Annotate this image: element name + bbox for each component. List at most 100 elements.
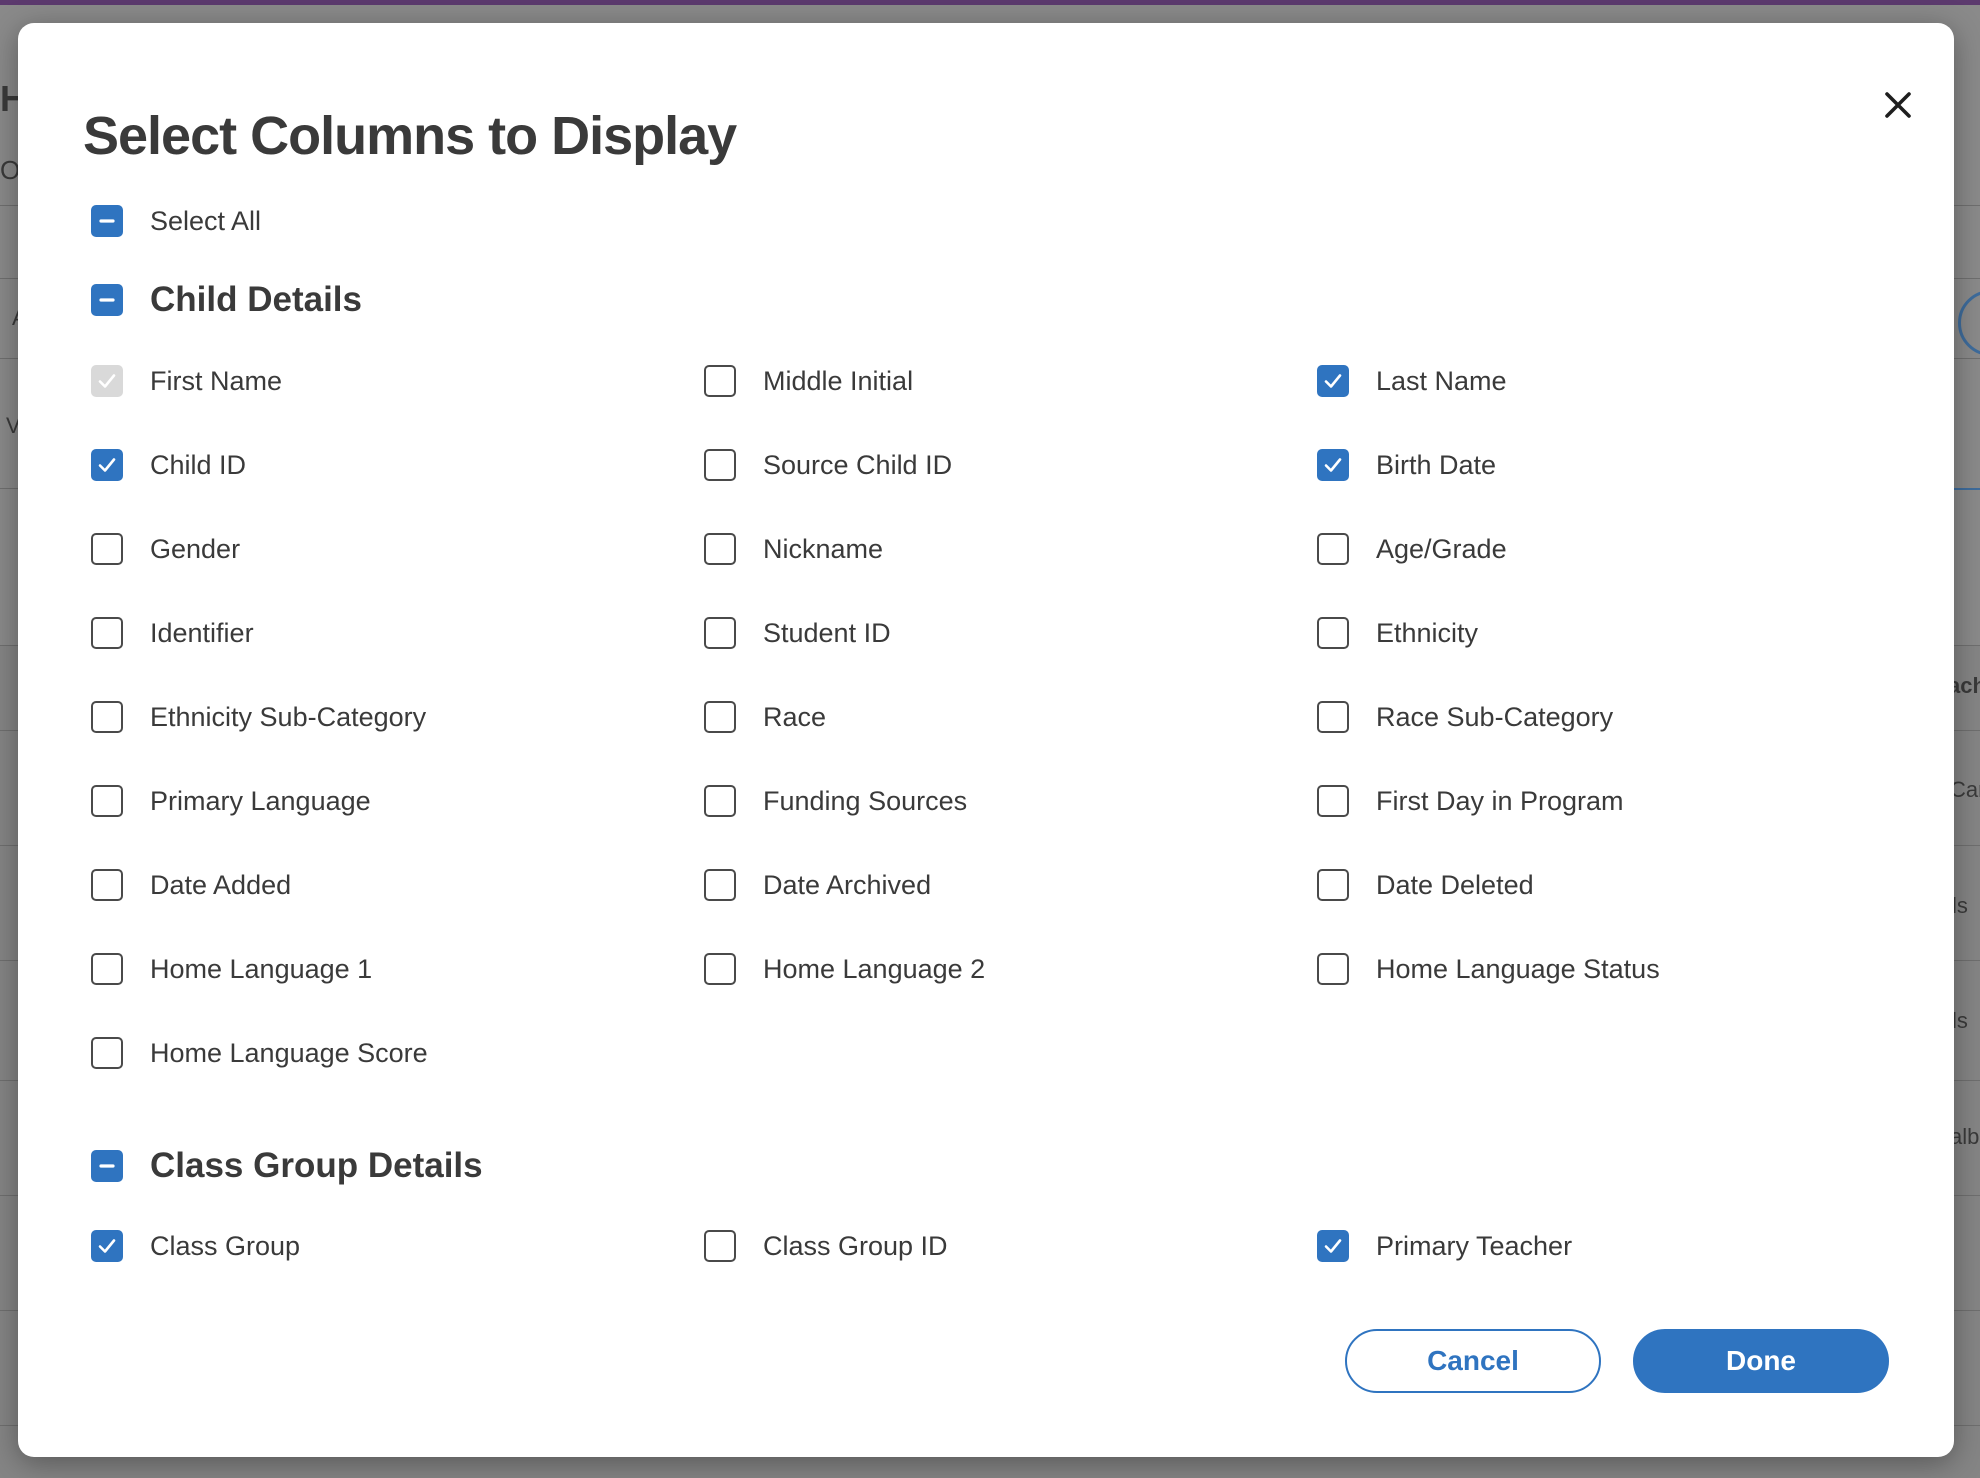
option-date-deleted[interactable]: Date Deleted	[1317, 869, 1534, 901]
option-child-id[interactable]: Child ID	[91, 449, 246, 481]
option-label: Date Archived	[763, 869, 932, 900]
close-button[interactable]	[1876, 83, 1920, 127]
option-nickname[interactable]: Nickname	[704, 533, 883, 565]
checkbox[interactable]	[91, 449, 123, 481]
checkbox[interactable]	[704, 533, 736, 565]
background-text: albu	[1950, 1124, 1980, 1149]
option-first-day-in-program[interactable]: First Day in Program	[1317, 785, 1624, 817]
option-label: Home Language 2	[763, 953, 986, 984]
option-date-added[interactable]: Date Added	[91, 869, 291, 901]
select-all-label: Select All	[150, 205, 262, 236]
checkbox[interactable]	[91, 785, 123, 817]
option-label: Home Language 1	[150, 953, 373, 984]
option-label: Date Added	[150, 869, 292, 900]
checkbox[interactable]	[1317, 701, 1349, 733]
checkbox[interactable]	[1317, 785, 1349, 817]
checkbox[interactable]	[91, 953, 123, 985]
option-birth-date[interactable]: Birth Date	[1317, 449, 1496, 481]
option-label: Nickname	[763, 533, 884, 564]
minus-icon	[99, 298, 115, 302]
option-primary-teacher[interactable]: Primary Teacher	[1317, 1230, 1572, 1262]
checkbox[interactable]	[91, 869, 123, 901]
option-identifier[interactable]: Identifier	[91, 617, 254, 649]
option-label: Gender	[150, 533, 241, 564]
option-source-child-id[interactable]: Source Child ID	[704, 449, 952, 481]
background-text: ls	[1952, 893, 1968, 918]
done-button[interactable]: Done	[1633, 1329, 1889, 1393]
option-age-grade[interactable]: Age/Grade	[1317, 533, 1507, 565]
background-text: ls	[1952, 1008, 1968, 1033]
option-label: Age/Grade	[1376, 533, 1507, 564]
option-label: Race	[763, 701, 827, 732]
checkbox[interactable]	[91, 1150, 123, 1182]
option-class-group[interactable]: Class Group	[91, 1230, 300, 1262]
option-label: Date Deleted	[1376, 869, 1534, 900]
checkbox[interactable]	[1317, 869, 1349, 901]
option-student-id[interactable]: Student ID	[704, 617, 891, 649]
check-icon	[98, 374, 116, 388]
checkbox[interactable]	[704, 953, 736, 985]
option-label: Primary Teacher	[1376, 1230, 1573, 1261]
option-last-name[interactable]: Last Name	[1317, 365, 1507, 397]
checkbox[interactable]	[1317, 365, 1349, 397]
option-gender[interactable]: Gender	[91, 533, 240, 565]
check-icon	[1324, 374, 1342, 388]
checkbox[interactable]	[704, 449, 736, 481]
option-label: Class Group ID	[763, 1230, 948, 1261]
checkbox[interactable]	[1317, 533, 1349, 565]
checkbox[interactable]	[704, 701, 736, 733]
checkbox[interactable]	[704, 1230, 736, 1262]
checkbox[interactable]	[91, 533, 123, 565]
column-select-modal: Select Columns to Display Select All Chi…	[18, 23, 1954, 1457]
select-all-checkbox[interactable]: Select All	[91, 205, 261, 237]
option-race-sub-category[interactable]: Race Sub-Category	[1317, 701, 1613, 733]
checkbox[interactable]	[91, 284, 123, 316]
option-ethnicity[interactable]: Ethnicity	[1317, 617, 1478, 649]
modal-title: Select Columns to Display	[83, 106, 737, 166]
checkbox[interactable]	[704, 785, 736, 817]
minus-icon	[99, 219, 115, 223]
option-home-language-status[interactable]: Home Language Status	[1317, 953, 1660, 985]
option-label: First Name	[150, 365, 283, 396]
checkbox[interactable]	[1317, 449, 1349, 481]
check-icon	[98, 458, 116, 472]
checkbox[interactable]	[1317, 617, 1349, 649]
section-child-details-checkbox[interactable]: Child Details	[91, 280, 362, 320]
check-icon	[1324, 458, 1342, 472]
option-ethnicity-sub-category[interactable]: Ethnicity Sub-Category	[91, 701, 426, 733]
checkbox[interactable]	[91, 1037, 123, 1069]
option-race[interactable]: Race	[704, 701, 826, 733]
option-label: Race Sub-Category	[1376, 701, 1614, 732]
checkbox[interactable]	[704, 617, 736, 649]
option-label: Funding Sources	[763, 785, 968, 816]
section-class-group-details-checkbox[interactable]: Class Group Details	[91, 1146, 483, 1186]
check-icon	[1324, 1239, 1342, 1253]
checkbox[interactable]	[1317, 1230, 1349, 1262]
checkbox[interactable]	[91, 205, 123, 237]
option-home-language-1[interactable]: Home Language 1	[91, 953, 372, 985]
option-home-language-2[interactable]: Home Language 2	[704, 953, 985, 985]
option-date-archived[interactable]: Date Archived	[704, 869, 931, 901]
check-icon	[98, 1239, 116, 1253]
background-tab-indicator	[1950, 488, 1980, 490]
option-primary-language[interactable]: Primary Language	[91, 785, 371, 817]
option-label: Source Child ID	[763, 449, 953, 480]
checkbox[interactable]	[704, 869, 736, 901]
checkbox[interactable]	[91, 701, 123, 733]
option-label: Primary Language	[150, 785, 371, 816]
option-middle-initial[interactable]: Middle Initial	[704, 365, 913, 397]
checkbox[interactable]	[91, 617, 123, 649]
checkbox[interactable]	[1317, 953, 1349, 985]
checkbox[interactable]	[704, 365, 736, 397]
option-home-language-score[interactable]: Home Language Score	[91, 1037, 428, 1069]
option-label: Home Language Score	[150, 1037, 428, 1068]
option-funding-sources[interactable]: Funding Sources	[704, 785, 967, 817]
section-title: Child Details	[150, 280, 362, 319]
option-first-name[interactable]: First Name	[91, 365, 282, 397]
checkbox[interactable]	[91, 1230, 123, 1262]
option-label: Identifier	[150, 617, 254, 648]
cancel-button[interactable]: Cancel	[1345, 1329, 1601, 1393]
option-class-group-id[interactable]: Class Group ID	[704, 1230, 948, 1262]
checkbox[interactable]	[91, 365, 123, 397]
option-label: First Day in Program	[1376, 785, 1624, 816]
